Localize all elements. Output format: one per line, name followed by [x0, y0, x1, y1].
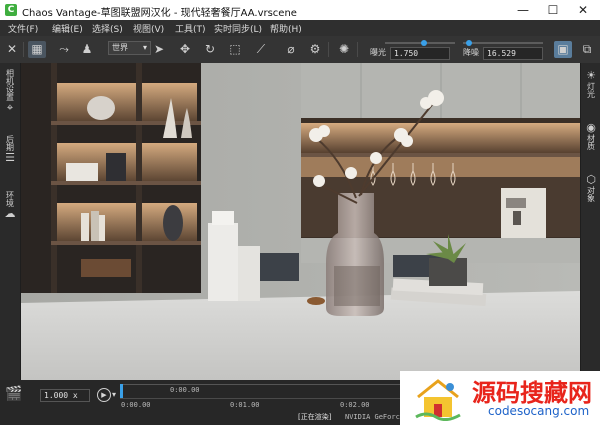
camera-icon[interactable]: ▦ — [28, 41, 46, 58]
cube-icon: ⬡ — [586, 173, 596, 186]
view-mode-value: 世界 — [112, 43, 128, 52]
timeline-zoom-value: 1.000 — [44, 391, 69, 400]
clapperboard-icon[interactable]: 🎬 — [5, 386, 22, 402]
tab-lights-label: 灯光 — [586, 82, 596, 98]
menu-edit[interactable]: 编辑(E) — [52, 22, 83, 35]
chevron-down-icon: ▾ — [142, 43, 147, 52]
person-icon[interactable]: ♟ — [78, 41, 96, 58]
timeline-zoom-unit: x — [72, 391, 78, 400]
denoise-slider[interactable] — [463, 42, 543, 44]
menu-bar: 文件(F) 编辑(E) 选择(S) 视图(V) 工具(T) 实时同步(L) 帮助… — [0, 20, 600, 36]
left-panel: 相机设置 ⌖ 后期 ☰ 环境 ☁ — [0, 63, 21, 380]
watermark-house-logo — [415, 379, 461, 421]
timeline-current-time: 0:00.00 — [170, 386, 200, 394]
path-icon[interactable]: ⟋ — [252, 41, 270, 58]
toolbar-separator — [23, 42, 24, 57]
tab-materials-label: 材质 — [586, 134, 596, 150]
timeline-zoom-field[interactable]: 1.000 x — [40, 389, 90, 402]
tab-post[interactable]: 后期 ☰ — [0, 135, 20, 164]
render-icon[interactable]: ▣ — [554, 41, 572, 58]
menu-live-link[interactable]: 实时同步(L) — [214, 22, 262, 35]
tab-camera-settings[interactable]: 相机设置 ⌖ — [0, 69, 20, 115]
minimize-button[interactable]: — — [508, 0, 538, 20]
gpu-info: NVIDIA GeForc — [345, 413, 400, 421]
tab-post-label: 后期 — [5, 135, 15, 151]
tab-materials[interactable]: ◉ 材质 — [581, 121, 600, 150]
toolbar-separator — [357, 42, 358, 57]
tab-objects[interactable]: ⬡ 对象 — [581, 173, 600, 202]
lightbulb-icon: ☀ — [586, 69, 596, 82]
tab-environment[interactable]: 环境 ☁ — [0, 191, 20, 220]
timeline-tick: 0:02.00 — [340, 401, 370, 409]
menu-select[interactable]: 选择(S) — [92, 22, 123, 35]
dropdown-arrow-icon[interactable]: ▾ — [112, 390, 116, 399]
play-icon[interactable]: ▶ — [97, 388, 111, 402]
watermark-title: 源码搜藏网 — [472, 379, 592, 407]
timeline-playhead[interactable] — [120, 384, 123, 398]
timeline-ruler — [120, 398, 400, 399]
render-viewport[interactable] — [21, 63, 580, 380]
app-logo-icon: C — [5, 4, 17, 16]
paint-icon[interactable]: ⌀ — [282, 41, 300, 58]
window-title: Chaos Vantage-草图联盟网汉化 - 现代轻奢餐厅AA.vrscene — [22, 8, 297, 19]
tab-lights[interactable]: ☀ 灯光 — [581, 69, 600, 98]
sliders-icon: ☰ — [5, 151, 15, 164]
sun-icon[interactable]: ✺ — [335, 41, 353, 58]
walk-icon[interactable]: ⤳ — [55, 41, 73, 58]
watermark-url: codesocang.com — [488, 404, 590, 418]
pointer-icon[interactable]: ➤ — [150, 41, 168, 58]
selection-mode-icon[interactable]: ✕ — [3, 41, 21, 58]
exposure-slider-handle[interactable] — [420, 40, 427, 46]
watermark-overlay: 源码搜藏网 codesocang.com — [400, 371, 600, 425]
denoise-label: 降噪 — [463, 48, 479, 57]
menu-file[interactable]: 文件(F) — [8, 22, 38, 35]
sphere-icon: ◉ — [586, 121, 596, 134]
maximize-button[interactable]: ☐ — [538, 0, 568, 20]
menu-help[interactable]: 帮助(H) — [270, 22, 302, 35]
environment-icon: ☁ — [4, 207, 16, 220]
rotate-icon[interactable]: ↻ — [201, 41, 219, 58]
exposure-field[interactable]: 1.750 — [390, 47, 450, 60]
move-icon[interactable]: ✥ — [176, 41, 194, 58]
material-picker-icon[interactable]: ⚙ — [306, 41, 324, 58]
scale-icon[interactable]: ⬚ — [226, 41, 244, 58]
timeline-tick: 0:00.00 — [121, 401, 151, 409]
exposure-label: 曝光 — [370, 48, 386, 57]
camera-icon: ⌖ — [6, 101, 14, 114]
menu-tools[interactable]: 工具(T) — [175, 22, 206, 35]
scene-render — [21, 63, 580, 380]
right-panel: ☀ 灯光 ◉ 材质 ⬡ 对象 — [580, 63, 600, 380]
title-bar: C Chaos Vantage-草图联盟网汉化 - 现代轻奢餐厅AA.vrsce… — [0, 0, 600, 20]
menu-view[interactable]: 视图(V) — [133, 22, 164, 35]
tab-camera-settings-label: 相机设置 — [5, 69, 15, 101]
toolbar-separator — [328, 42, 329, 57]
timeline-tick: 0:01.00 — [230, 401, 260, 409]
tab-objects-label: 对象 — [586, 186, 596, 202]
timeline-track[interactable] — [120, 384, 400, 385]
tab-environment-label: 环境 — [5, 191, 15, 207]
close-button[interactable]: ✕ — [568, 0, 598, 20]
render-status: [正在渲染] — [298, 413, 332, 421]
settings-icon[interactable]: ⧉ — [578, 41, 596, 58]
denoise-field[interactable]: 16.529 — [483, 47, 543, 60]
view-mode-select[interactable]: 世界 ▾ — [108, 41, 151, 55]
